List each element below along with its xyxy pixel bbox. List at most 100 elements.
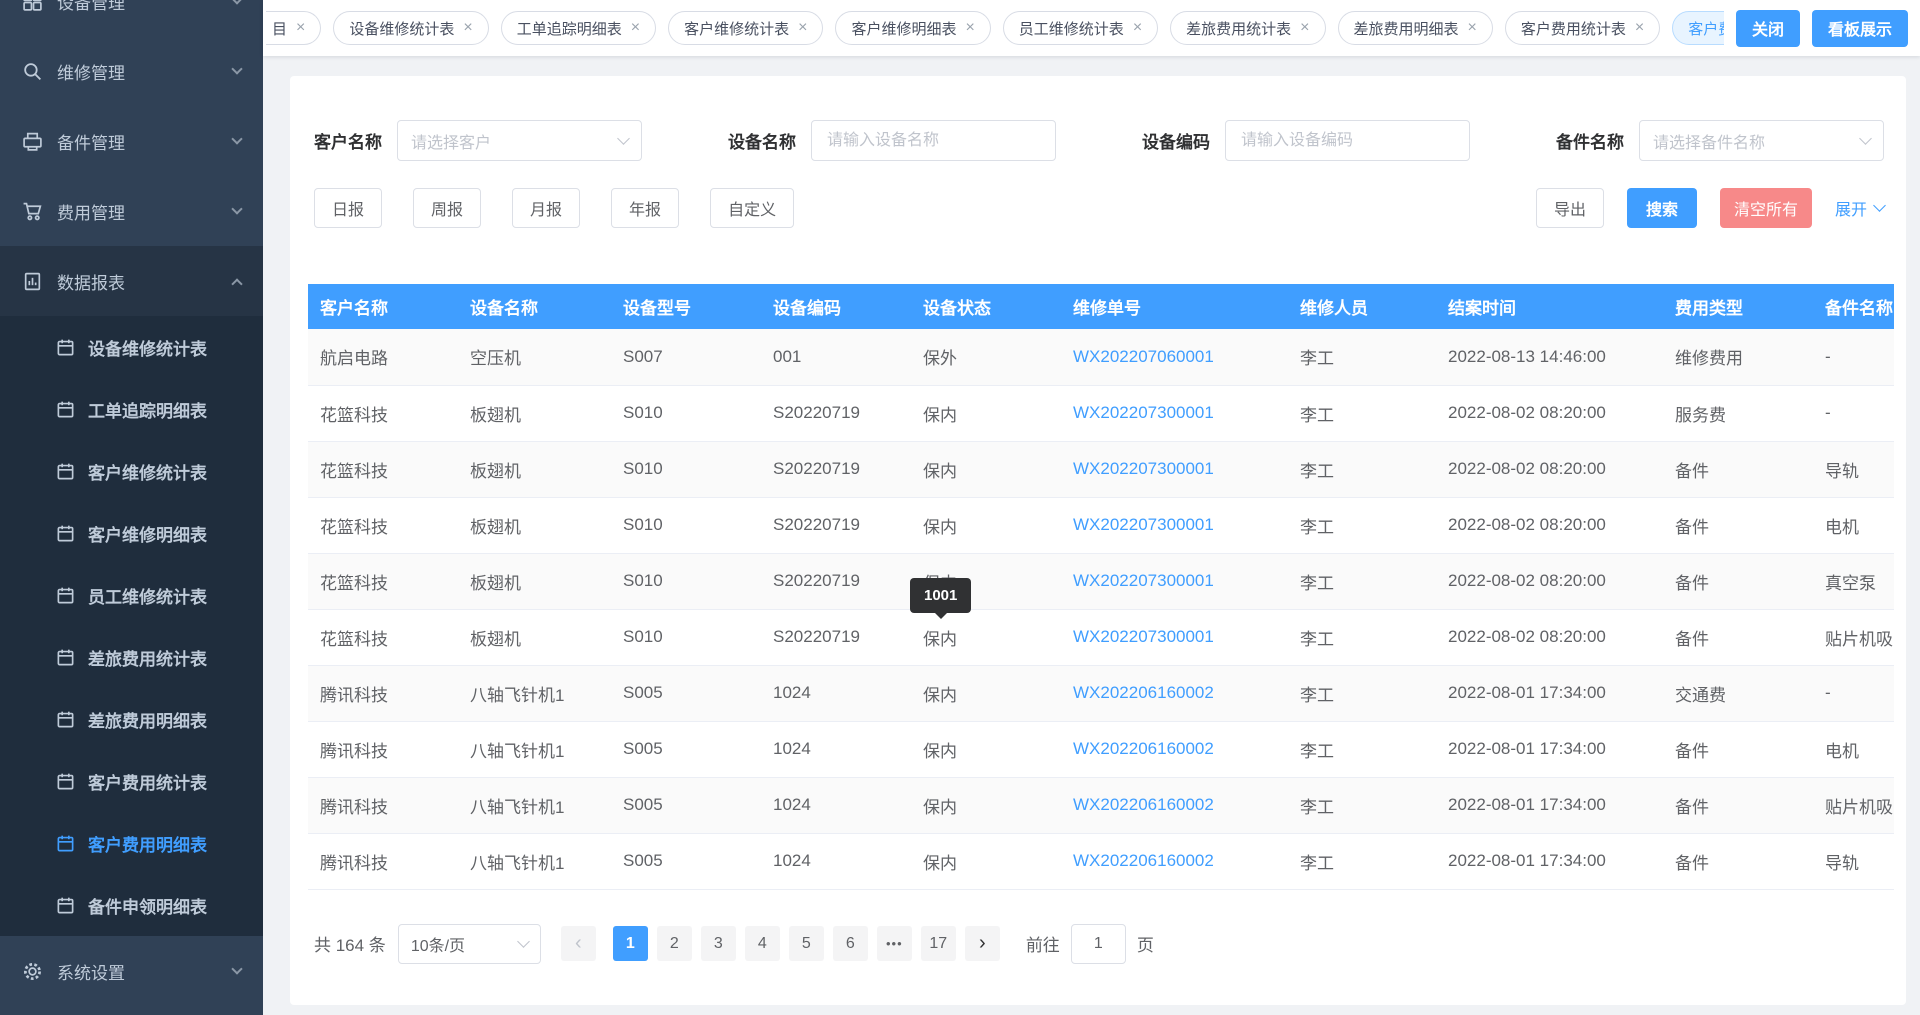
- sidebar-subitem[interactable]: 客户维修统计表: [0, 440, 263, 502]
- order-cell: WX202206160002: [1061, 721, 1288, 777]
- tab-label: 客户维修明细表: [851, 18, 956, 39]
- tab[interactable]: 差旅费用统计表×: [1170, 11, 1325, 45]
- tab[interactable]: 员工维修统计表 ×: [1003, 11, 1158, 45]
- page-button[interactable]: 2: [657, 926, 692, 961]
- page-size-select[interactable]: 10条/页: [398, 924, 541, 964]
- customer-cell: 花篮科技: [308, 609, 458, 665]
- tab[interactable]: 客户费用明细表×: [1672, 11, 1724, 45]
- sidebar-subitem[interactable]: 工单追踪明细表: [0, 378, 263, 440]
- repair-order-link[interactable]: WX202206160002: [1073, 795, 1214, 814]
- table-header-cell: 设备状态: [911, 284, 1061, 329]
- sidebar-subitem[interactable]: 差旅费用明细表: [0, 688, 263, 750]
- tab-close-icon[interactable]: ×: [798, 20, 807, 36]
- customer-cell: 腾讯科技: [308, 721, 458, 777]
- search-button[interactable]: 搜索: [1627, 188, 1697, 228]
- expand-toggle[interactable]: 展开: [1835, 196, 1884, 220]
- part-name-select[interactable]: 请选择备件名称: [1639, 120, 1884, 161]
- code-cell: 1024: [761, 777, 911, 833]
- repair-order-link[interactable]: WX202206160002: [1073, 851, 1214, 870]
- report-range-button[interactable]: 日报: [314, 188, 382, 228]
- tab-close-icon[interactable]: ×: [1133, 20, 1142, 36]
- tab[interactable]: 工单追踪明细表×: [501, 11, 656, 45]
- report-range-button[interactable]: 周报: [413, 188, 481, 228]
- report-range-button[interactable]: 月报: [512, 188, 580, 228]
- repair-order-link[interactable]: WX202207300001: [1073, 515, 1214, 534]
- sidebar-subitem[interactable]: 客户维修明细表: [0, 502, 263, 564]
- report-range-button[interactable]: 自定义: [710, 188, 794, 228]
- code-cell: S20220719: [761, 609, 911, 665]
- tab-label: 客户维修统计表: [684, 18, 789, 39]
- tab[interactable]: 设备维修统计表×: [333, 11, 488, 45]
- filter-customer: 客户名称 请选择客户: [314, 120, 642, 161]
- fee-type-cell: 备件: [1663, 553, 1813, 609]
- goto-page-input[interactable]: [1071, 924, 1126, 964]
- sidebar-subitem[interactable]: 客户费用统计表: [0, 750, 263, 812]
- goto-label: 前往: [1026, 931, 1060, 956]
- tab-close-icon[interactable]: ×: [965, 20, 974, 36]
- filter-label: 备件名称: [1556, 128, 1624, 153]
- status-cell: 保内: [911, 665, 1061, 721]
- repair-order-link[interactable]: WX202207300001: [1073, 571, 1214, 590]
- goto-page: 前往 页: [1026, 924, 1154, 964]
- fee-type-cell: 备件: [1663, 497, 1813, 553]
- page-button[interactable]: 6: [833, 926, 868, 961]
- table-header-row: 客户名称 设备名称 设备型号 设备编码 设备状态 维修单号 维修人员 结案时间 …: [308, 284, 1894, 329]
- tab-close-icon[interactable]: ×: [1468, 20, 1477, 36]
- tab-label: 员工维修统计表: [1019, 18, 1124, 39]
- close-tabs-button[interactable]: 关闭: [1736, 10, 1800, 47]
- tab-close-icon[interactable]: ×: [631, 20, 640, 36]
- repair-order-link[interactable]: WX202207300001: [1073, 459, 1214, 478]
- sidebar-subitem[interactable]: 备件申领明细表: [0, 874, 263, 936]
- repair-order-link[interactable]: WX202207300001: [1073, 403, 1214, 422]
- sidebar-subitem[interactable]: 设备维修统计表: [0, 316, 263, 378]
- tab-close-icon[interactable]: ×: [463, 20, 472, 36]
- sidebar-subitem-label: 客户费用统计表: [88, 769, 207, 794]
- sidebar-item-reports[interactable]: 数据报表: [0, 246, 263, 316]
- page-button[interactable]: 3: [701, 926, 736, 961]
- closed-time-cell: 2022-08-02 08:20:00: [1436, 497, 1663, 553]
- sidebar-subitem[interactable]: 员工维修统计表: [0, 564, 263, 626]
- fee-type-cell: 交通费: [1663, 665, 1813, 721]
- tab-close-icon[interactable]: ×: [296, 20, 305, 36]
- prev-page-button[interactable]: ‹: [561, 926, 596, 961]
- clear-all-button[interactable]: 清空所有: [1720, 188, 1812, 228]
- fee-type-cell: 备件: [1663, 721, 1813, 777]
- page-button[interactable]: 17: [921, 926, 956, 961]
- device-code-input[interactable]: [1239, 131, 1456, 151]
- sidebar-item-equipment[interactable]: 设备管理: [0, 0, 263, 36]
- page-button[interactable]: 1: [613, 926, 648, 961]
- table-header-cell: 备件名称: [1813, 284, 1894, 329]
- tab-close-icon[interactable]: ×: [1300, 20, 1309, 36]
- customer-select[interactable]: 请选择客户: [397, 120, 642, 161]
- sidebar-item-spares[interactable]: 备件管理: [0, 106, 263, 176]
- table-header-cell: 维修单号: [1061, 284, 1288, 329]
- goto-suffix: 页: [1137, 931, 1154, 956]
- magnifier-icon: [22, 61, 43, 82]
- export-button[interactable]: 导出: [1536, 188, 1604, 228]
- sidebar-item-settings[interactable]: 系统设置: [0, 936, 263, 1006]
- sidebar-item-costs[interactable]: 费用管理: [0, 176, 263, 246]
- fee-type-cell: 维修费用: [1663, 329, 1813, 385]
- device-name-input[interactable]: [825, 131, 1042, 151]
- tab[interactable]: 差旅费用明细表×: [1338, 11, 1493, 45]
- repair-order-link[interactable]: WX202207300001: [1073, 627, 1214, 646]
- tab-close-icon[interactable]: ×: [1635, 20, 1644, 36]
- repair-order-link[interactable]: WX202207060001: [1073, 347, 1214, 366]
- page-button[interactable]: 4: [745, 926, 780, 961]
- tab[interactable]: 客户维修统计表 ×: [668, 11, 823, 45]
- sidebar-item-repair[interactable]: 维修管理: [0, 36, 263, 106]
- next-page-button[interactable]: ›: [965, 926, 1000, 961]
- report-range-button[interactable]: 年报: [611, 188, 679, 228]
- sidebar-subitem[interactable]: 差旅费用统计表: [0, 626, 263, 688]
- board-view-button[interactable]: 看板展示: [1812, 10, 1908, 47]
- filter-row: 客户名称 请选择客户 设备名称 设备编码: [314, 120, 1884, 161]
- repair-order-link[interactable]: WX202206160002: [1073, 739, 1214, 758]
- page-button[interactable]: 5: [789, 926, 824, 961]
- page-button[interactable]: •••: [877, 926, 912, 961]
- tab[interactable]: 目×: [266, 11, 321, 45]
- repair-order-link[interactable]: WX202206160002: [1073, 683, 1214, 702]
- tab[interactable]: 客户费用统计表×: [1505, 11, 1660, 45]
- tab[interactable]: 客户维修明细表 ×: [835, 11, 990, 45]
- sidebar-subitem[interactable]: 客户费用明细表: [0, 812, 263, 874]
- table-row: 腾讯科技八轴飞针机1S0051024保内WX202206160002李工2022…: [308, 665, 1894, 721]
